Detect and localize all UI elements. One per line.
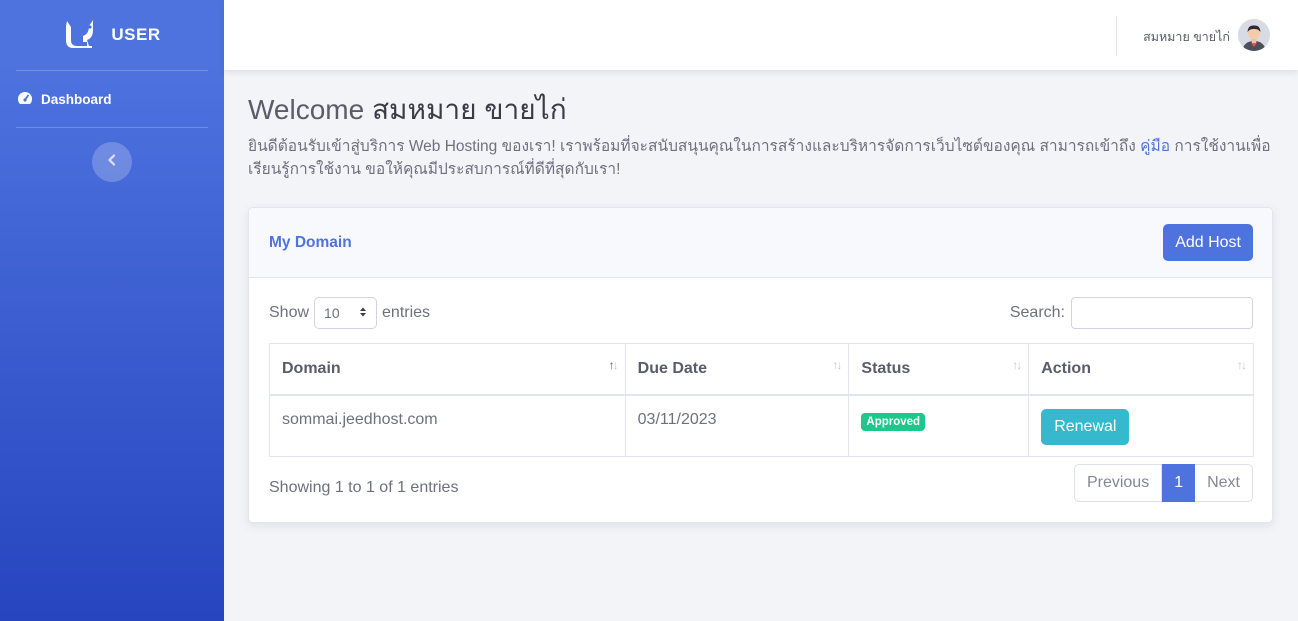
cell-status: Approved [848, 394, 1030, 457]
column-header-action[interactable]: Action ↑↓ [1028, 343, 1254, 396]
pagination-previous[interactable]: Previous [1073, 464, 1163, 502]
select-arrows-icon [359, 305, 367, 321]
manual-link[interactable]: คู่มือ [1140, 138, 1170, 155]
tachometer-icon [17, 91, 33, 108]
user-name[interactable]: สมหมาย ขายไก่ [1143, 27, 1230, 47]
sort-icon: ↑↓ [1012, 358, 1022, 372]
column-header-label: Action [1041, 359, 1091, 377]
pagination-next[interactable]: Next [1195, 464, 1253, 502]
search-label: Search: [1009, 304, 1065, 321]
cat-logo-icon [63, 18, 97, 53]
sidebar-divider [16, 127, 208, 128]
entries-length-control: Show 10 entries [269, 297, 430, 329]
page-title: Welcome สมหมาย ขายไก่ [248, 92, 1274, 128]
sort-icon: ↑↓ [1237, 358, 1247, 372]
entries-select-value: 10 [324, 305, 340, 321]
column-header-due-date[interactable]: Due Date ↑↓ [624, 343, 850, 396]
chevron-left-icon [107, 153, 117, 171]
table-search: Search: [1010, 297, 1253, 329]
brand-name: USER [111, 25, 161, 44]
sort-asc-icon: ↑↓ [608, 358, 619, 372]
pagination-page-1[interactable]: 1 [1162, 464, 1196, 502]
topbar: สมหมาย ขายไก่ [224, 0, 1298, 70]
table-header-row: Domain ↑↓ Due Date ↑↓ Status ↑↓ Action ↑… [269, 343, 1254, 396]
add-host-button[interactable]: Add Host [1163, 224, 1253, 261]
search-input[interactable] [1071, 297, 1253, 329]
welcome-name: สมหมาย ขายไก่ [371, 94, 567, 125]
renewal-button[interactable]: Renewal [1041, 408, 1130, 445]
cell-due-date: 03/11/2023 [624, 394, 850, 457]
domain-table: Domain ↑↓ Due Date ↑↓ Status ↑↓ Action ↑… [269, 343, 1254, 457]
show-label: Show [269, 304, 310, 321]
sort-icon: ↑↓ [832, 358, 842, 372]
cell-domain: sommai.jeedhost.com [269, 394, 626, 457]
sidebar-brand[interactable]: USER [0, 0, 224, 70]
intro-text-before: ยินดีต้อนรับเข้าสู่บริการ Web Hosting ขอ… [248, 138, 1141, 155]
user-avatar[interactable] [1238, 19, 1270, 51]
card-title: My Domain [269, 234, 352, 251]
card-header: My Domain Add Host [249, 208, 1272, 278]
topbar-divider [1116, 16, 1117, 56]
column-header-label: Due Date [637, 359, 707, 377]
cell-action: Renewal [1028, 394, 1254, 457]
entries-label: entries [382, 304, 431, 321]
pagination: Previous 1 Next [1073, 464, 1253, 502]
sidebar-toggle-button[interactable] [92, 142, 132, 182]
entries-select[interactable]: 10 [314, 297, 378, 329]
welcome-prefix: Welcome [248, 94, 365, 125]
sidebar-item-dashboard[interactable]: Dashboard [0, 71, 224, 127]
column-header-label: Status [861, 359, 911, 377]
main-content: Welcome สมหมาย ขายไก่ ยินดีต้อนรับเข้าสู… [248, 92, 1274, 181]
sidebar: USER Dashboard [0, 0, 224, 621]
domain-card: My Domain Add Host Show 10 entries Searc… [248, 207, 1273, 523]
table-row: sommai.jeedhost.com 03/11/2023 Approved … [269, 394, 1254, 457]
sidebar-item-label: Dashboard [41, 91, 112, 107]
column-header-status[interactable]: Status ↑↓ [848, 343, 1030, 396]
status-badge: Approved [861, 412, 926, 431]
column-header-label: Domain [282, 359, 341, 377]
table-info: Showing 1 to 1 of 1 entries [269, 479, 459, 496]
intro-text: ยินดีต้อนรับเข้าสู่บริการ Web Hosting ขอ… [248, 135, 1278, 181]
column-header-domain[interactable]: Domain ↑↓ [269, 343, 626, 396]
